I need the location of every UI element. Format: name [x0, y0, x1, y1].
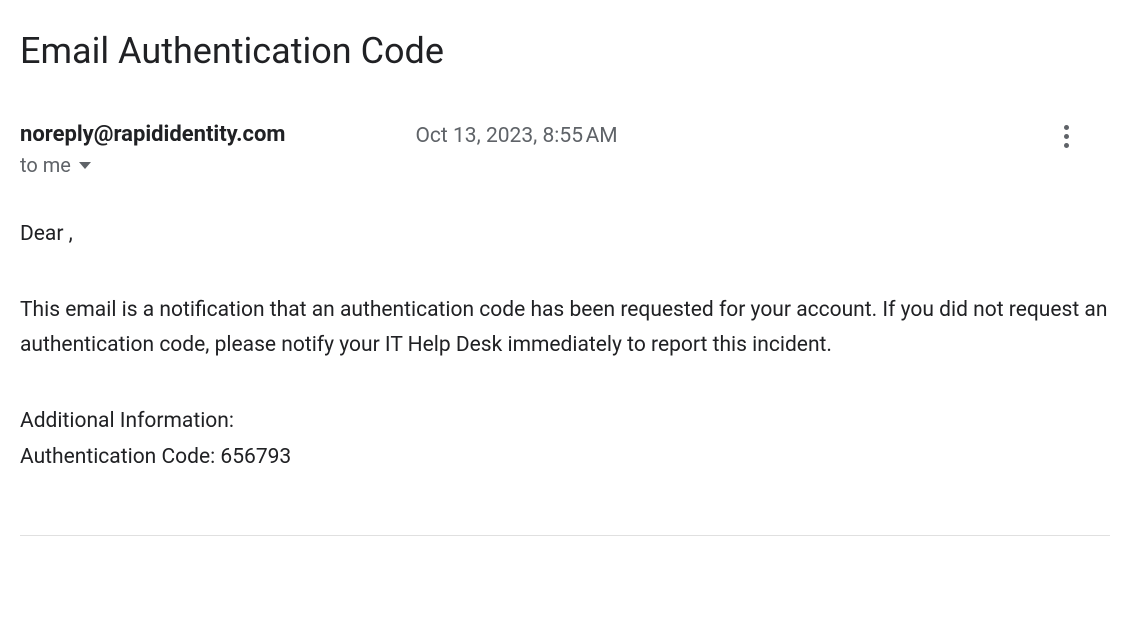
greeting-line: Dear , — [20, 217, 1110, 253]
sender-email[interactable]: noreply@rapididentity.com — [20, 122, 285, 147]
email-body: Dear , This email is a notification that… — [20, 217, 1110, 475]
email-timestamp: Oct 13, 2023, 8:55 AM — [415, 122, 617, 148]
recipient-dropdown[interactable]: to me — [20, 153, 285, 177]
kebab-dot-icon — [1064, 134, 1069, 139]
body-paragraph: This email is a notification that an aut… — [20, 293, 1110, 364]
kebab-dot-icon — [1064, 125, 1069, 130]
additional-info-label: Additional Information: — [20, 404, 1110, 440]
more-options-button[interactable] — [1052, 122, 1080, 150]
divider — [20, 535, 1110, 536]
auth-code-value: 656793 — [220, 445, 291, 469]
recipient-label: to me — [20, 153, 71, 177]
email-header: noreply@rapididentity.com to me Oct 13, … — [20, 122, 1110, 177]
email-subject: Email Authentication Code — [20, 30, 1110, 72]
auth-code-line: Authentication Code: 656793 — [20, 440, 1110, 476]
chevron-down-icon — [79, 162, 91, 169]
sender-block: noreply@rapididentity.com to me — [20, 122, 285, 177]
kebab-dot-icon — [1064, 143, 1069, 148]
auth-code-label: Authentication Code: — [20, 445, 220, 469]
